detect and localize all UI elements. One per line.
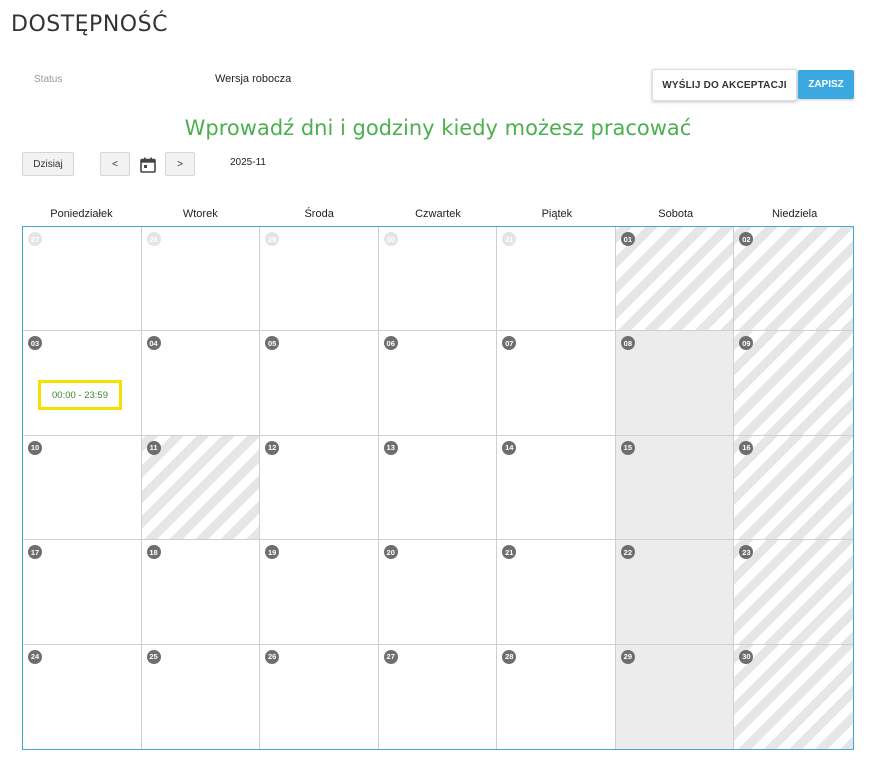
instructions-heading: Wprowadź dni i godziny kiedy możesz prac… xyxy=(184,116,692,140)
day-number-badge: 13 xyxy=(383,440,398,455)
day-number-badge: 07 xyxy=(502,336,517,351)
day-number-badge: 11 xyxy=(146,440,161,455)
day-number-badge: 28 xyxy=(502,649,517,664)
calendar-day-cell[interactable]: 24 xyxy=(23,644,142,749)
day-number-badge: 24 xyxy=(28,649,42,664)
weekday-header: Poniedziałek xyxy=(50,208,113,220)
day-number-badge: 09 xyxy=(739,336,754,351)
calendar-day-cell[interactable]: 13 xyxy=(378,435,498,541)
calendar-day-cell[interactable]: 05 xyxy=(260,331,379,436)
calendar-day-cell[interactable]: 30 xyxy=(734,644,853,749)
day-number-badge: 03 xyxy=(28,336,42,351)
calendar-day-cell[interactable]: 17 xyxy=(23,540,142,645)
calendar-day-cell[interactable]: 01 xyxy=(615,227,735,332)
day-number-badge: 23 xyxy=(739,545,754,560)
calendar-icon[interactable] xyxy=(139,156,157,174)
current-month-label: 2025-11 xyxy=(230,157,266,168)
calendar-day-cell[interactable]: 08 xyxy=(615,331,735,436)
day-number-badge: 22 xyxy=(620,545,635,560)
weekday-header: Wtorek xyxy=(182,208,218,220)
day-number-badge: 27 xyxy=(28,232,42,246)
day-number-badge: 28 xyxy=(146,232,161,246)
calendar-day-cell[interactable]: 29 xyxy=(615,644,735,749)
day-number-badge: 21 xyxy=(502,545,517,560)
day-number-badge: 26 xyxy=(265,649,280,664)
day-number-badge: 27 xyxy=(383,649,398,664)
month-calendar-grid: 27 28 29 30 31 01 02 03 00:00 - 23:59 04 05 06 07 08 0… xyxy=(22,226,854,750)
page-title: DOSTĘPNOŚĆ xyxy=(11,12,168,37)
calendar-day-cell[interactable]: 28 xyxy=(141,227,261,332)
day-number-badge: 08 xyxy=(620,336,635,351)
day-number-badge: 05 xyxy=(265,336,280,351)
calendar-day-cell[interactable]: 09 xyxy=(734,331,853,436)
day-number-badge: 25 xyxy=(146,649,161,664)
calendar-day-cell[interactable]: 02 xyxy=(734,227,853,332)
save-button[interactable]: ZAPISZ xyxy=(798,70,854,99)
calendar-day-cell[interactable]: 04 xyxy=(141,331,261,436)
day-number-badge: 10 xyxy=(28,440,42,455)
calendar-day-cell[interactable]: 26 xyxy=(260,644,379,749)
day-number-badge: 17 xyxy=(28,545,42,560)
day-number-badge: 31 xyxy=(502,232,517,246)
day-number-badge: 06 xyxy=(383,336,398,351)
calendar-day-cell[interactable]: 07 xyxy=(497,331,616,436)
day-number-badge: 29 xyxy=(620,649,635,664)
calendar-day-cell[interactable]: 12 xyxy=(260,435,379,541)
day-number-badge: 14 xyxy=(502,440,517,455)
day-number-badge: 30 xyxy=(383,232,398,246)
calendar-day-cell[interactable]: 06 xyxy=(378,331,498,436)
calendar-day-cell[interactable]: 31 xyxy=(497,227,616,332)
calendar-day-cell[interactable]: 27 xyxy=(379,644,498,749)
day-number-badge: 18 xyxy=(146,545,161,560)
calendar-day-cell[interactable]: 10 xyxy=(23,435,142,541)
weekday-header: Piątek xyxy=(541,208,573,220)
day-number-badge: 16 xyxy=(739,440,754,455)
send-for-approval-button[interactable]: WYŚLIJ DO AKCEPTACJI xyxy=(652,69,797,101)
today-button[interactable]: Dzisiaj xyxy=(22,152,74,176)
calendar-day-cell[interactable]: 29 xyxy=(260,227,379,332)
calendar-day-cell[interactable]: 15 xyxy=(615,435,735,541)
weekday-header: Czwartek xyxy=(415,208,461,220)
day-number-badge: 19 xyxy=(265,545,280,560)
day-number-badge: 20 xyxy=(383,545,398,560)
calendar-day-cell[interactable]: 18 xyxy=(141,540,261,645)
weekday-header: Sobota xyxy=(658,208,694,220)
day-number-badge: 04 xyxy=(146,336,161,351)
weekday-header: Środa xyxy=(304,208,334,220)
day-number-badge: 29 xyxy=(265,232,280,246)
calendar-day-cell[interactable]: 11 xyxy=(141,435,261,541)
weekday-header-row: Poniedziałek Wtorek Środa Czwartek Piąte… xyxy=(22,208,854,220)
calendar-day-cell[interactable]: 14 xyxy=(497,435,616,541)
calendar-day-cell[interactable]: 20 xyxy=(378,540,498,645)
status-label: Status xyxy=(34,74,63,85)
calendar-day-cell[interactable]: 22 xyxy=(615,540,735,645)
calendar-day-cell[interactable]: 27 xyxy=(23,227,142,332)
next-month-button[interactable]: > xyxy=(165,152,195,176)
status-value: Wersja robocza xyxy=(215,73,292,85)
calendar-day-cell[interactable]: 19 xyxy=(260,540,379,645)
day-number-badge: 02 xyxy=(739,232,754,246)
prev-month-button[interactable]: < xyxy=(100,152,130,176)
calendar-day-cell[interactable]: 23 xyxy=(734,540,853,645)
calendar-day-cell[interactable]: 16 xyxy=(734,435,853,541)
calendar-day-cell[interactable]: 25 xyxy=(142,644,261,749)
calendar-day-cell[interactable]: 03 00:00 - 23:59 xyxy=(23,331,142,436)
day-number-badge: 30 xyxy=(739,649,754,664)
day-number-badge: 01 xyxy=(620,232,635,246)
day-number-badge: 12 xyxy=(265,440,280,455)
calendar-day-cell[interactable]: 28 xyxy=(497,644,616,749)
weekday-header: Niedziela xyxy=(771,208,818,220)
calendar-day-cell[interactable]: 21 xyxy=(497,540,616,645)
availability-slot[interactable]: 00:00 - 23:59 xyxy=(38,380,122,411)
day-number-badge: 15 xyxy=(620,440,635,455)
calendar-day-cell[interactable]: 30 xyxy=(378,227,498,332)
